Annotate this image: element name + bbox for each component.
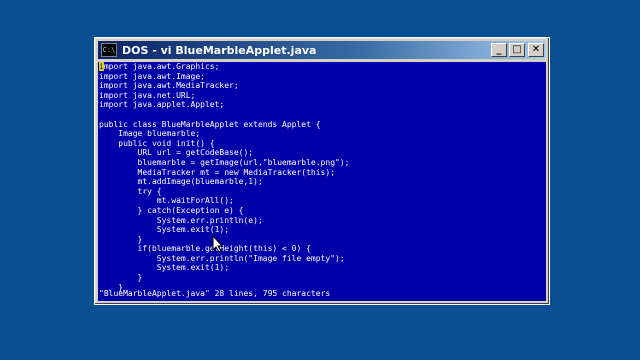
code-line: import java.awt.Graphics; (99, 62, 546, 72)
code-listing: import java.awt.Image; import java.awt.Me… (99, 72, 546, 293)
mouse-pointer-icon (212, 235, 224, 253)
code-line: import java.awt.Image; (99, 71, 205, 81)
title-bar[interactable]: C:\ DOS - vi BlueMarbleApplet.java _ □ ✕ (98, 41, 546, 59)
code-line: } (99, 273, 143, 283)
code-line: URL url = getCodeBase(); (99, 148, 254, 158)
maximize-button[interactable]: □ (509, 43, 525, 57)
code-line-text: mport java.awt.Graphics; (103, 62, 220, 71)
code-line: if(bluemarble.getHeight(this) < 0) { (99, 244, 311, 254)
window-title: DOS - vi BlueMarbleApplet.java (122, 43, 317, 57)
code-line: Image bluemarble; (99, 129, 201, 139)
code-line: System.err.println("Image file empty"); (99, 253, 345, 263)
code-line: bluemarble = getImage(url,"bluemarble.pn… (99, 157, 350, 167)
code-line: System.exit(1); (99, 225, 230, 235)
code-line: System.exit(1); (99, 263, 230, 273)
code-line: import java.applet.Applet; (99, 100, 225, 110)
close-button[interactable]: ✕ (528, 43, 544, 57)
console-text-area[interactable]: import java.awt.Graphics; import java.aw… (98, 62, 546, 301)
code-line: mt.waitForAll(); (99, 196, 234, 206)
code-line: } (99, 234, 143, 244)
minimize-button[interactable]: _ (491, 43, 507, 57)
status-line: "BlueMarbleApplet.java" 28 lines, 795 ch… (99, 289, 331, 299)
dos-window[interactable]: C:\ DOS - vi BlueMarbleApplet.java _ □ ✕… (94, 37, 550, 305)
code-line: import java.awt.MediaTracker; (99, 81, 239, 91)
code-line: System.err.println(e); (99, 215, 263, 225)
code-line: } catch(Exception e) { (99, 205, 244, 215)
code-line: public class BlueMarbleApplet extends Ap… (99, 119, 321, 129)
code-line: try { (99, 186, 162, 196)
code-line: mt.addImage(bluemarble,1); (99, 177, 263, 187)
console-icon[interactable]: C:\ (101, 43, 117, 57)
code-line: public void init() { (99, 138, 215, 148)
code-line: MediaTracker mt = new MediaTracker(this)… (99, 167, 336, 177)
code-line: import java.net.URL; (99, 90, 196, 100)
